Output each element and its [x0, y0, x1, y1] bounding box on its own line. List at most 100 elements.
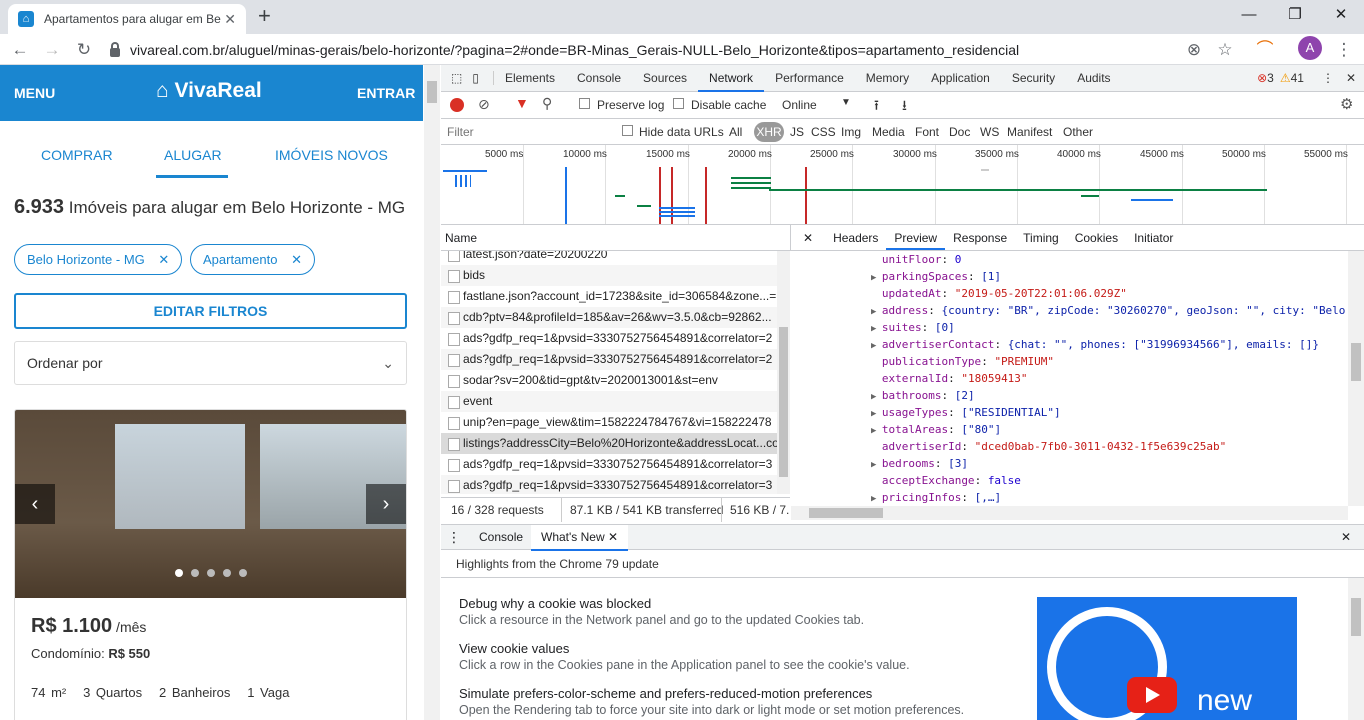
carousel-dot[interactable] [191, 569, 199, 577]
preserve-log-checkbox[interactable] [579, 98, 590, 109]
preview-line[interactable]: ▶ bedrooms: [3] [791, 456, 1348, 473]
inspect-icon[interactable]: ⬚ [441, 71, 468, 85]
filter-input[interactable] [443, 122, 607, 142]
type-filter-font[interactable]: Font [915, 125, 939, 139]
tab-imoveis-novos[interactable]: IMÓVEIS NOVOS [275, 147, 388, 163]
request-row[interactable]: ads?gdfp_req=1&pvsid=3330752756454891&co… [441, 349, 777, 370]
import-har-icon[interactable]: ⭱ [874, 95, 879, 119]
request-row[interactable]: ads?gdfp_req=1&pvsid=3330752756454891&co… [441, 328, 777, 349]
search-icon[interactable]: ⚲ [542, 95, 552, 112]
chip-type[interactable]: Apartamento ✕ [190, 244, 315, 275]
news-item[interactable]: Simulate prefers-color-scheme and prefer… [459, 686, 964, 717]
type-filter-other[interactable]: Other [1063, 125, 1093, 139]
request-row[interactable]: latest.json?date=20200220 [441, 251, 777, 265]
detail-tab-timing[interactable]: Timing [1015, 225, 1067, 250]
type-filter-media[interactable]: Media [872, 125, 905, 139]
restore-button[interactable]: ❐ [1272, 0, 1318, 30]
reload-icon[interactable]: ↻ [72, 38, 96, 62]
preview-line[interactable]: ▶ usageTypes: ["RESIDENTIAL"] [791, 405, 1348, 422]
request-row[interactable]: fastlane.json?account_id=17238&site_id=3… [441, 286, 777, 307]
filter-icon[interactable]: ▼ [515, 95, 529, 111]
request-row-selected[interactable]: listings?addressCity=Belo%20Horizonte&ad… [441, 433, 777, 454]
panel-tab[interactable]: Application [920, 65, 1001, 92]
panel-tab[interactable]: Audits [1066, 65, 1121, 92]
hide-data-urls-checkbox[interactable] [622, 125, 633, 136]
panel-tab[interactable]: Sources [632, 65, 698, 92]
drawer-menu-icon[interactable]: ⋮ [447, 525, 461, 549]
sort-select[interactable]: Ordenar por ⌄ [14, 341, 407, 385]
expand-arrow-icon[interactable]: ▶ [871, 341, 882, 351]
close-window-button[interactable]: ✕ [1318, 0, 1364, 30]
dropdown-arrow-icon[interactable]: ▼ [841, 97, 851, 108]
expand-arrow-icon[interactable]: ▶ [871, 460, 882, 470]
error-count[interactable]: 3 [1267, 71, 1274, 85]
clear-icon[interactable]: ⊘ [478, 96, 490, 113]
type-filter-xhr[interactable]: XHR [754, 122, 784, 142]
request-list[interactable]: latest.json?date=20200220 bids fastlane.… [441, 251, 777, 494]
json-preview[interactable]: unitFloor: 0 ▶ parkingSpaces: [1] updated… [791, 251, 1348, 506]
throttling-select[interactable]: Online [782, 98, 817, 112]
avatar[interactable]: A [1298, 36, 1322, 60]
type-filter-ws[interactable]: WS [980, 125, 999, 139]
type-filter-doc[interactable]: Doc [949, 125, 970, 139]
panel-tab[interactable]: Performance [764, 65, 855, 92]
preview-line[interactable]: ▶ bathrooms: [2] [791, 388, 1348, 405]
expand-arrow-icon[interactable]: ▶ [871, 307, 882, 317]
menu-button[interactable]: MENU [14, 85, 55, 101]
detail-tab-response[interactable]: Response [945, 225, 1015, 250]
expand-arrow-icon[interactable]: ▶ [871, 273, 882, 283]
request-row[interactable]: unip?en=page_view&tim=1582224784767&vi=1… [441, 412, 777, 433]
new-tab-button[interactable]: + [258, 3, 271, 29]
type-filter-all[interactable]: All [729, 125, 742, 139]
disable-cache-checkbox[interactable] [673, 98, 684, 109]
detail-tab-preview[interactable]: Preview [886, 225, 946, 250]
page-scrollbar[interactable] [424, 65, 440, 720]
whats-new-scrollbar[interactable] [1348, 578, 1364, 720]
warning-icon[interactable]: ⚠ [1280, 71, 1291, 85]
type-filter-img[interactable]: Img [841, 125, 861, 139]
record-icon[interactable] [450, 98, 464, 112]
tab-alugar[interactable]: ALUGAR [164, 147, 222, 163]
preview-line[interactable]: ▶ suites: [0] [791, 320, 1348, 337]
browser-tab[interactable]: ⌂ Apartamentos para alugar em Be ✕ [8, 4, 246, 34]
play-button-icon[interactable] [1127, 677, 1177, 713]
request-row[interactable]: ads?gdfp_req=1&pvsid=3330752756454891&co… [441, 454, 777, 475]
preview-scrollbar[interactable] [1348, 251, 1364, 506]
carousel-dot[interactable] [239, 569, 247, 577]
request-row[interactable]: sodar?sv=200&tid=gpt&tv=2020013001&st=en… [441, 370, 777, 391]
expand-arrow-icon[interactable]: ▶ [871, 392, 882, 402]
site-settings-icon[interactable]: ⊗ [1182, 38, 1206, 62]
preview-line[interactable]: ▶ parkingSpaces: [1] [791, 269, 1348, 286]
listing-card[interactable]: ‹ › R$ 1.100 /mês Condomínio: R$ 550 74 … [14, 409, 407, 720]
error-icon[interactable]: ⊗ [1257, 71, 1267, 85]
request-row[interactable]: ads?gdfp_req=1&pvsid=3330752756454891&co… [441, 475, 777, 494]
address-bar[interactable]: vivareal.com.br/aluguel/minas-gerais/bel… [110, 36, 1250, 64]
login-button[interactable]: ENTRAR [357, 85, 415, 101]
name-column-header[interactable]: Name [441, 225, 790, 251]
preview-line[interactable]: ▶ pricingInfos: [,…] [791, 490, 1348, 506]
drawer-tab-whats-new[interactable]: What's New ✕ [531, 525, 629, 551]
network-overview[interactable]: 5000 ms 10000 ms 15000 ms 20000 ms 25000… [441, 145, 1364, 225]
chip-city[interactable]: Belo Horizonte - MG ✕ [14, 244, 183, 275]
type-filter-css[interactable]: CSS [811, 125, 836, 139]
carousel-dot[interactable] [207, 569, 215, 577]
request-row[interactable]: bids [441, 265, 777, 286]
news-item[interactable]: Debug why a cookie was blocked Click a re… [459, 596, 864, 627]
settings-gear-icon[interactable]: ⚙ [1340, 95, 1353, 113]
close-tab-icon[interactable]: ✕ [224, 11, 236, 28]
panel-tab-network[interactable]: Network [698, 65, 765, 92]
close-drawer-icon[interactable]: ✕ [1341, 525, 1351, 549]
devtools-menu-icon[interactable]: ⋮ [1304, 71, 1346, 85]
back-icon[interactable]: ← [8, 38, 32, 62]
panel-tab[interactable]: Security [1001, 65, 1066, 92]
next-photo-button[interactable]: › [366, 484, 406, 524]
close-detail-icon[interactable]: ✕ [791, 225, 825, 250]
carousel-dot[interactable] [175, 569, 183, 577]
expand-arrow-icon[interactable]: ▶ [871, 409, 882, 419]
site-logo[interactable]: ⌂ VivaReal [156, 79, 262, 103]
carousel-dot[interactable] [223, 569, 231, 577]
close-icon[interactable]: ✕ [158, 252, 169, 267]
bookmark-star-icon[interactable]: ☆ [1213, 38, 1237, 62]
drawer-tab-console[interactable]: Console [469, 525, 533, 549]
preview-line[interactable]: ▶ address: {country: "BR", zipCode: "302… [791, 303, 1348, 320]
